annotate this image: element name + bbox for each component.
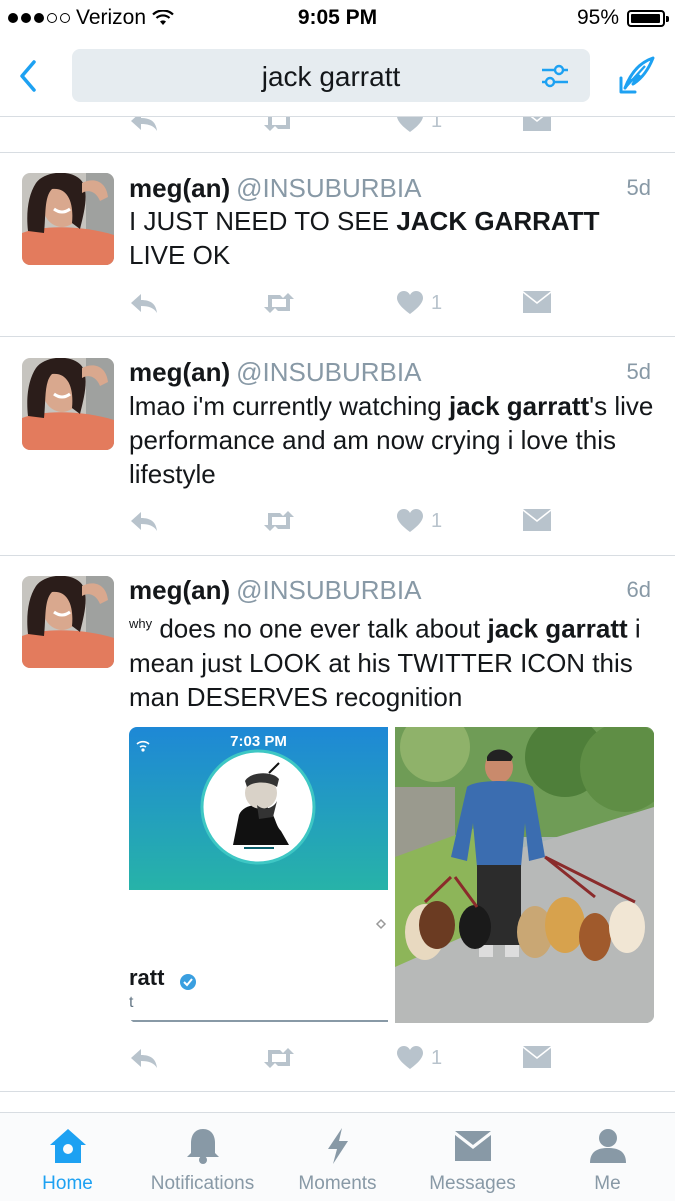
avatar[interactable]	[22, 358, 114, 450]
user-handle: @INSUBURBIA	[236, 575, 422, 605]
tab-messages[interactable]: Messages	[405, 1113, 540, 1201]
tweet-text-part: LIVE OK	[129, 240, 231, 270]
search-query[interactable]: jack garratt	[72, 61, 590, 93]
tab-home[interactable]: Home	[0, 1113, 135, 1201]
direct-message-icon[interactable]	[523, 287, 551, 319]
tweet-actions: 1	[129, 1042, 559, 1074]
like-count: 1	[431, 1046, 443, 1069]
filter-sliders-icon[interactable]	[540, 63, 570, 89]
heart-icon	[397, 291, 423, 314]
tab-label: Home	[42, 1173, 93, 1194]
search-term-highlight: jack garratt	[487, 613, 628, 644]
like-button[interactable]: 1	[397, 505, 442, 537]
like-count: 1	[431, 291, 443, 314]
tweet-text-part: lmao i'm currently watching	[129, 391, 449, 421]
tweet-date: 5d	[626, 175, 651, 200]
like-button[interactable]: 1	[397, 1042, 442, 1074]
tweet-text-part: I JUST NEED TO SEE	[129, 206, 397, 236]
like-count: 1	[431, 117, 443, 132]
search-term-highlight: jack garratt	[448, 391, 590, 421]
envelope-icon	[455, 1131, 491, 1161]
tweet-date: 6d	[626, 577, 651, 602]
tweet-text: I JUST NEED TO SEE JACK GARRATT LIVE OK	[129, 204, 659, 272]
display-name: meg(an)	[129, 173, 231, 203]
tab-label: Notifications	[150, 1173, 255, 1194]
tweet-date: 5d	[626, 359, 651, 384]
tweet-author[interactable]: meg(an) @INSUBURBIA	[129, 357, 421, 388]
tweet-text: lmao i'm currently watching jack garratt…	[129, 389, 659, 491]
tab-label: Moments	[298, 1173, 377, 1194]
battery-percent: 95%	[576, 6, 619, 29]
tweet-author[interactable]: meg(an) @INSUBURBIA	[129, 173, 421, 204]
battery-area: 95%	[576, 6, 669, 30]
display-name: meg(an)	[129, 357, 231, 387]
direct-message-icon[interactable]	[523, 117, 551, 137]
tweet-author[interactable]: meg(an) @INSUBURBIA	[129, 575, 421, 606]
person-icon	[590, 1129, 626, 1163]
tweet-item[interactable]: meg(an) @INSUBURBIA 5d I JUST NEED TO SEE…	[0, 153, 675, 337]
clock: 9:05 PM	[297, 6, 378, 29]
heart-icon	[397, 509, 423, 532]
retweet-icon[interactable]	[262, 287, 296, 319]
media-profile-sub-fragment: t	[129, 994, 134, 1011]
like-count: 1	[431, 509, 443, 532]
home-icon	[50, 1129, 86, 1163]
tweet-actions: 1	[129, 505, 559, 537]
reply-icon[interactable]	[129, 117, 159, 137]
reply-icon[interactable]	[129, 287, 159, 319]
reply-icon[interactable]	[129, 505, 159, 537]
tab-moments[interactable]: Moments	[270, 1113, 405, 1201]
retweet-icon[interactable]	[262, 1042, 296, 1074]
tweet-media[interactable]: 7:03 PM ratt t	[129, 727, 654, 1023]
bell-icon	[187, 1129, 219, 1164]
direct-message-icon[interactable]	[523, 505, 551, 537]
display-name: meg(an)	[129, 575, 231, 605]
heart-icon	[397, 1046, 423, 1069]
heart-icon	[397, 117, 423, 132]
tab-notifications[interactable]: Notifications	[135, 1113, 270, 1201]
user-handle: @INSUBURBIA	[236, 173, 422, 203]
search-navbar: jack garratt	[0, 36, 675, 117]
tweet-text: why does no one ever talk about jack gar…	[129, 607, 659, 714]
tab-label: Messages	[429, 1173, 516, 1194]
direct-message-icon[interactable]	[523, 1042, 551, 1074]
retweet-icon[interactable]	[262, 117, 296, 137]
avatar[interactable]	[22, 576, 114, 668]
search-term-highlight: JACK GARRATT	[396, 206, 600, 236]
media-image-dog-walker-photo[interactable]	[395, 727, 654, 1023]
tweet-item[interactable]: meg(an) @INSUBURBIA 5d lmao i'm currently…	[0, 337, 675, 556]
tab-me[interactable]: Me	[540, 1113, 675, 1201]
tweet-actions: 1	[129, 287, 559, 319]
reply-icon[interactable]	[129, 1042, 159, 1074]
like-button[interactable]: 1	[397, 117, 442, 137]
user-handle: @INSUBURBIA	[236, 357, 422, 387]
search-field[interactable]: jack garratt	[72, 49, 590, 102]
media-phone-time: 7:03 PM	[230, 733, 287, 750]
status-bar: Verizon 9:05 PM 95%	[0, 0, 675, 36]
like-button[interactable]: 1	[397, 287, 442, 319]
lightning-icon	[328, 1128, 348, 1164]
tweet-text-superscript: why	[129, 616, 153, 631]
tweet-text-part: does no one ever talk about	[152, 613, 488, 644]
retweet-icon[interactable]	[262, 505, 296, 537]
battery-icon	[627, 9, 669, 27]
previous-tweet-fragment: 1	[0, 117, 675, 153]
media-profile-name-fragment: ratt	[129, 965, 165, 990]
media-image-profile-screenshot[interactable]: 7:03 PM ratt t	[129, 727, 388, 1023]
back-chevron-icon[interactable]	[14, 56, 44, 96]
bottom-tab-bar: Home Notifications Moments Messages Me	[0, 1112, 675, 1201]
tab-label: Me	[594, 1173, 621, 1194]
avatar[interactable]	[22, 173, 114, 265]
compose-tweet-icon[interactable]	[615, 54, 657, 96]
